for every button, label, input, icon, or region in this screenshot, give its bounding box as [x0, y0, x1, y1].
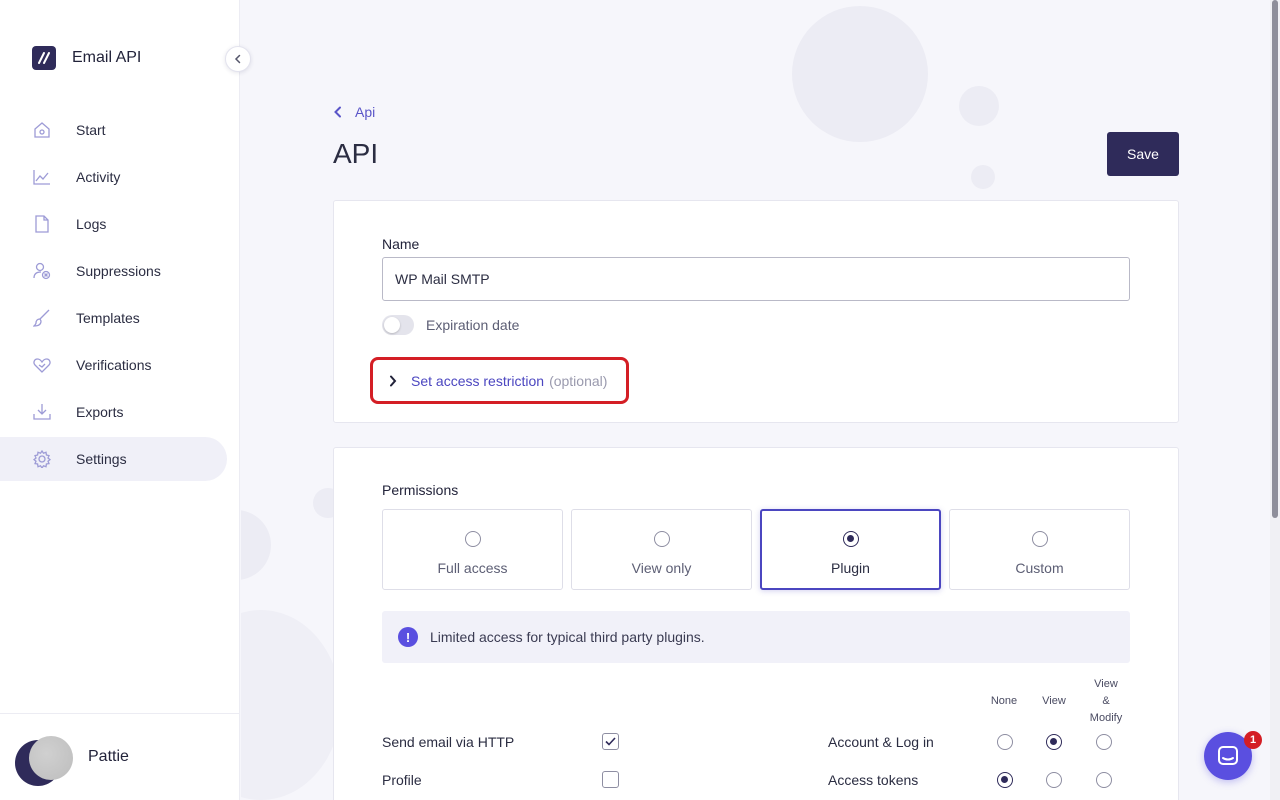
- decorative-circle: [241, 510, 271, 580]
- account-login-view-radio[interactable]: [1046, 734, 1062, 750]
- permission-option-view-only[interactable]: View only: [571, 509, 752, 590]
- permission-option-plugin[interactable]: Plugin: [760, 509, 941, 590]
- radio: [1032, 531, 1048, 547]
- restriction-label: Set access restriction: [411, 372, 545, 389]
- expiration-label: Expiration date: [426, 317, 520, 333]
- column-header-none: None: [990, 695, 1018, 707]
- brand[interactable]: Email API: [32, 46, 141, 70]
- page-scrollbar[interactable]: [1270, 0, 1280, 800]
- decorative-circle: [241, 610, 341, 800]
- breadcrumb[interactable]: Api: [333, 104, 375, 120]
- avatar: [15, 736, 73, 788]
- expiration-toggle-row[interactable]: Expiration date: [382, 315, 519, 335]
- sidebar-item-templates[interactable]: Templates: [0, 296, 227, 340]
- chart-icon: [32, 167, 52, 187]
- chat-notification-badge: 1: [1244, 731, 1262, 749]
- sidebar-item-start[interactable]: Start: [0, 108, 227, 152]
- sidebar-item-activity[interactable]: Activity: [0, 155, 227, 199]
- gear-icon: [32, 449, 52, 469]
- avatar-photo: [29, 736, 73, 780]
- permission-info-banner: ! Limited access for typical third party…: [382, 611, 1130, 663]
- access-tokens-none-radio[interactable]: [997, 772, 1013, 788]
- sidebar-item-settings[interactable]: Settings: [0, 437, 227, 481]
- info-text: Limited access for typical third party p…: [430, 629, 705, 645]
- checkmark-icon: [605, 737, 616, 746]
- sidebar-item-verifications[interactable]: Verifications: [0, 343, 227, 387]
- sidebar: Email API Start Activity Logs Suppressio…: [0, 0, 240, 800]
- account-login-view-modify-radio[interactable]: [1096, 734, 1112, 750]
- restriction-optional-label: (optional): [549, 372, 608, 389]
- expiration-toggle[interactable]: [382, 315, 414, 335]
- permission-option-full-access[interactable]: Full access: [382, 509, 563, 590]
- permission-options: Full access View only Plugin Custom: [382, 509, 1138, 590]
- send-email-checkbox[interactable]: [602, 733, 619, 750]
- radio: [654, 531, 670, 547]
- collapse-sidebar-button[interactable]: [225, 46, 251, 72]
- info-icon: !: [398, 627, 418, 647]
- profile-checkbox[interactable]: [602, 771, 619, 788]
- save-button[interactable]: Save: [1107, 132, 1179, 176]
- download-icon: [32, 402, 52, 422]
- set-access-restriction-toggle[interactable]: Set access restriction (optional): [370, 357, 629, 404]
- permissions-label: Permissions: [382, 482, 459, 498]
- sidebar-item-logs[interactable]: Logs: [0, 202, 227, 246]
- chevron-right-icon: [390, 375, 397, 386]
- chevron-left-icon: [234, 54, 241, 64]
- radio-selected: [843, 531, 859, 547]
- permissions-card: Permissions Full access View only Plugin…: [333, 447, 1179, 800]
- brush-icon: [32, 308, 52, 328]
- main-content: Api API Save Name Expiration date Set ac…: [241, 0, 1270, 800]
- row-label-profile: Profile: [382, 772, 422, 788]
- row-label-access-tokens: Access tokens: [828, 772, 919, 788]
- sidebar-item-suppressions[interactable]: Suppressions: [0, 249, 227, 293]
- email-api-logo-icon: [32, 46, 56, 70]
- name-label: Name: [382, 236, 420, 252]
- file-icon: [32, 214, 52, 234]
- row-label-send-email: Send email via HTTP: [382, 734, 515, 750]
- page-title: API: [333, 138, 379, 169]
- breadcrumb-api-link[interactable]: Api: [355, 104, 375, 120]
- app-name: Email API: [72, 49, 142, 66]
- decorative-circle: [959, 86, 999, 126]
- column-header-view-modify: View & Modify: [1089, 678, 1123, 724]
- api-details-card: Name Expiration date Set access restrict…: [333, 200, 1179, 423]
- home-icon: [32, 120, 52, 140]
- name-input[interactable]: [382, 257, 1130, 301]
- user-block-icon: [32, 261, 52, 281]
- heart-icon: [32, 355, 52, 375]
- user-name: Pattie: [88, 748, 129, 765]
- column-header-view: View: [1042, 695, 1066, 707]
- permission-option-custom[interactable]: Custom: [949, 509, 1130, 590]
- account-login-none-radio[interactable]: [997, 734, 1013, 750]
- row-label-account-login: Account & Log in: [828, 734, 934, 750]
- scrollbar-thumb[interactable]: [1272, 0, 1278, 518]
- sidebar-nav: Start Activity Logs Suppressions Templat…: [0, 108, 240, 484]
- radio: [465, 531, 481, 547]
- access-tokens-view-modify-radio[interactable]: [1096, 772, 1112, 788]
- sidebar-item-exports[interactable]: Exports: [0, 390, 227, 434]
- toggle-knob: [384, 317, 400, 333]
- access-tokens-view-radio[interactable]: [1046, 772, 1062, 788]
- user-profile[interactable]: Pattie: [0, 713, 240, 800]
- decorative-circle: [792, 6, 928, 142]
- chevron-left-icon: [334, 106, 341, 118]
- decorative-circle: [971, 165, 995, 189]
- chat-icon: [1218, 746, 1238, 765]
